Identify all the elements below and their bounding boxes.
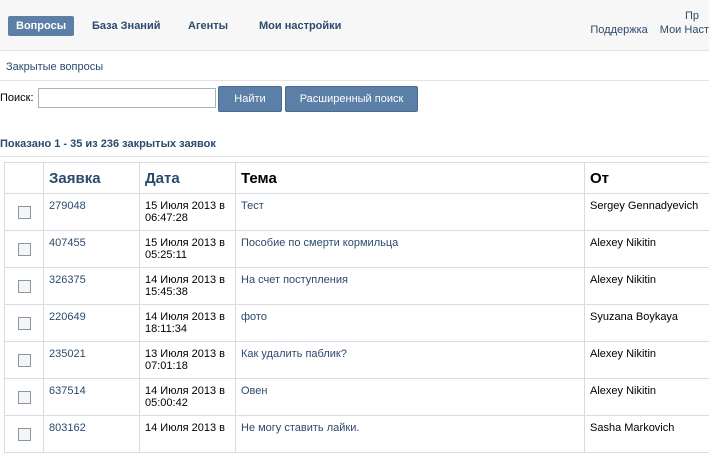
- table-row: 637514 14 Июля 2013 в05:00:42 Овен Alexe…: [5, 379, 709, 416]
- tab-agents[interactable]: Агенты: [188, 16, 228, 36]
- ticket-author: Sergey Gennadyevich: [585, 194, 709, 212]
- tab-my-settings[interactable]: Мои настройки: [259, 16, 341, 36]
- table-row: 235021 13 Июля 2013 в07:01:18 Как удалит…: [5, 342, 709, 379]
- ticket-date: 14 Июля 2013 в18:11:34: [140, 305, 235, 335]
- ticket-id-link[interactable]: 407455: [44, 231, 139, 249]
- ticket-subject-link[interactable]: Не могу ставить лайки.: [236, 416, 584, 434]
- column-header-from: От: [585, 163, 709, 194]
- search-label: Поиск:: [0, 92, 34, 104]
- my-settings-link[interactable]: Мои Наст: [660, 24, 709, 36]
- ticket-date: 14 Июля 2013 в05:00:42: [140, 379, 235, 409]
- table-row: 220649 14 Июля 2013 в18:11:34 фото Syuza…: [5, 305, 709, 342]
- column-header-date[interactable]: Дата: [140, 163, 236, 194]
- ticket-date: 14 Июля 2013 в15:45:38: [140, 268, 235, 298]
- ticket-id-link[interactable]: 803162: [44, 416, 139, 434]
- row-checkbox[interactable]: [18, 317, 31, 330]
- row-checkbox[interactable]: [18, 206, 31, 219]
- ticket-id-link[interactable]: 326375: [44, 268, 139, 286]
- ticket-id-link[interactable]: 637514: [44, 379, 139, 397]
- ticket-id-link[interactable]: 235021: [44, 342, 139, 360]
- results-summary: Показано 1 - 35 из 236 закрытых заявок: [0, 138, 216, 150]
- ticket-subject-link[interactable]: Тест: [236, 194, 584, 212]
- ticket-author: Sasha Markovich: [585, 416, 709, 434]
- tickets-table: Заявка Дата Тема От 279048 15 Июля 2013 …: [4, 162, 709, 453]
- divider: [0, 156, 709, 157]
- row-checkbox[interactable]: [18, 243, 31, 256]
- ticket-author: Syuzana Boykaya: [585, 305, 709, 323]
- ticket-author: Alexey Nikitin: [585, 379, 709, 397]
- ticket-date: 15 Июля 2013 в06:47:28: [140, 194, 235, 224]
- ticket-date: 14 Июля 2013 в: [140, 416, 235, 434]
- tab-questions[interactable]: Вопросы: [8, 16, 74, 36]
- row-checkbox[interactable]: [18, 354, 31, 367]
- top-navigation: Вопросы База Знаний Агенты Мои настройки…: [0, 0, 709, 51]
- ticket-author: Alexey Nikitin: [585, 342, 709, 360]
- row-checkbox[interactable]: [18, 391, 31, 404]
- ticket-id-link[interactable]: 220649: [44, 305, 139, 323]
- ticket-subject-link[interactable]: На счет поступления: [236, 268, 584, 286]
- select-column-header: [5, 163, 44, 194]
- advanced-search-button[interactable]: Расширенный поиск: [285, 86, 418, 112]
- row-checkbox[interactable]: [18, 428, 31, 441]
- row-checkbox[interactable]: [18, 280, 31, 293]
- ticket-author: Alexey Nikitin: [585, 268, 709, 286]
- column-header-subject: Тема: [236, 163, 585, 194]
- search-input[interactable]: [38, 88, 216, 108]
- table-row: 326375 14 Июля 2013 в15:45:38 На счет по…: [5, 268, 709, 305]
- ticket-subject-link[interactable]: Пособие по смерти кормильца: [236, 231, 584, 249]
- ticket-subject-link[interactable]: Овен: [236, 379, 584, 397]
- table-row: 803162 14 Июля 2013 в Не могу ставить ла…: [5, 416, 709, 453]
- table-header-row: Заявка Дата Тема От: [5, 163, 709, 194]
- divider: [0, 80, 709, 81]
- find-button[interactable]: Найти: [218, 86, 282, 112]
- closed-questions-link[interactable]: Закрытые вопросы: [6, 61, 103, 73]
- column-header-ticket[interactable]: Заявка: [44, 163, 140, 194]
- ticket-date: 13 Июля 2013 в07:01:18: [140, 342, 235, 372]
- ticket-author: Alexey Nikitin: [585, 231, 709, 249]
- ticket-subject-link[interactable]: Как удалить паблик?: [236, 342, 584, 360]
- top-right-truncated-link[interactable]: Пр: [685, 10, 699, 22]
- tab-knowledge-base[interactable]: База Знаний: [92, 16, 160, 36]
- support-link[interactable]: Поддержка: [590, 24, 647, 36]
- ticket-date: 15 Июля 2013 в05:25:11: [140, 231, 235, 261]
- table-row: 407455 15 Июля 2013 в05:25:11 Пособие по…: [5, 231, 709, 268]
- ticket-id-link[interactable]: 279048: [44, 194, 139, 212]
- ticket-subject-link[interactable]: фото: [236, 305, 584, 323]
- table-row: 279048 15 Июля 2013 в06:47:28 Тест Serge…: [5, 194, 709, 231]
